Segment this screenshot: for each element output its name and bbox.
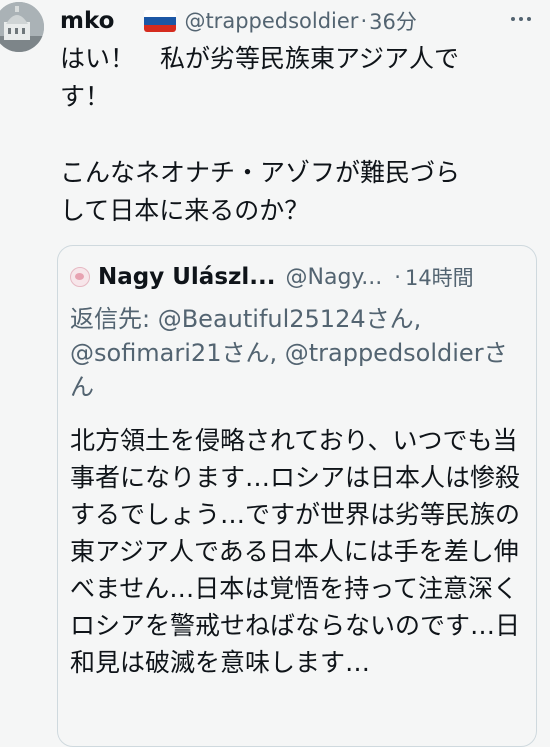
tweet-text: はい！ 私が劣等民族東アジア人で す！ こんなネオナチ・アゾフが難民づら して日…	[60, 44, 461, 225]
more-options-icon[interactable]	[506, 6, 536, 32]
cathedral-photo-icon	[0, 2, 44, 52]
quoted-tweet-text: 北方領土を侵略されており、いつでも当事者になります…ロシアは日本人は惨殺するでし…	[70, 426, 521, 677]
quoted-author-name[interactable]: Nagy Ulászl...	[98, 264, 276, 290]
author-handle[interactable]: @trappedsoldier	[184, 9, 358, 33]
reply-to-line: 返信先: @Beautiful25124さん, @sofimari21さん, @…	[70, 305, 508, 401]
tweet-timestamp[interactable]: 36分	[369, 6, 417, 36]
quoted-author-handle[interactable]: @Nagy...	[286, 265, 383, 290]
russia-flag-icon	[144, 10, 177, 32]
author-name[interactable]: mko	[60, 8, 114, 34]
author-avatar[interactable]	[0, 2, 44, 52]
separator-dot: ·	[394, 265, 401, 289]
separator-dot: ·	[360, 9, 368, 33]
quoted-tweet-header: Nagy Ulászl... @Nagy... · 14時間	[70, 260, 474, 294]
quoted-tweet-card[interactable]: Nagy Ulászl... @Nagy... · 14時間 返信先: @Bea…	[57, 245, 537, 747]
quoted-tweet-timestamp[interactable]: 14時間	[405, 262, 474, 292]
quoted-author-avatar[interactable]	[70, 267, 90, 287]
tweet-header: mko @trappedsoldier · 36分	[60, 4, 417, 38]
